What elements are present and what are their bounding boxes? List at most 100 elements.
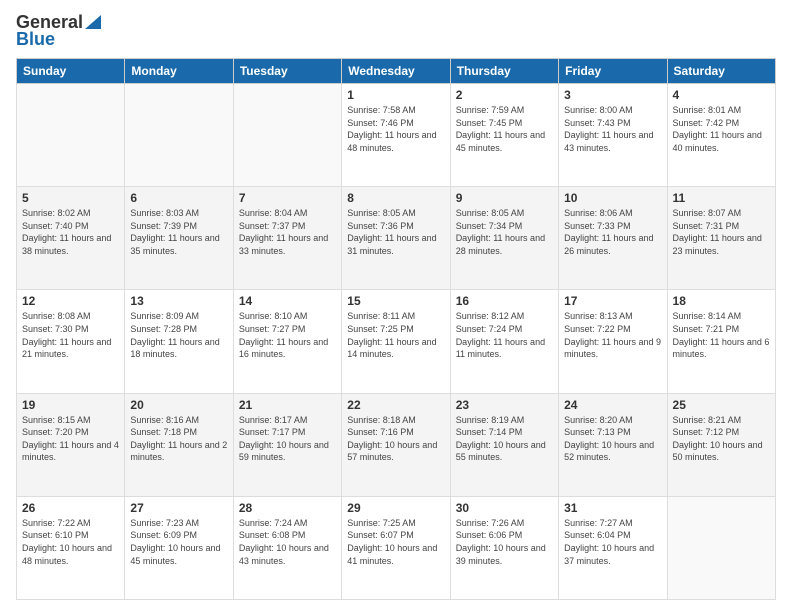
calendar-cell: 1Sunrise: 7:58 AMSunset: 7:46 PMDaylight… — [342, 84, 450, 187]
day-info: Sunrise: 8:18 AMSunset: 7:16 PMDaylight:… — [347, 414, 444, 464]
calendar-cell: 17 Sunrise: 8:13 AMSunset: 7:22 PMDayligh… — [559, 290, 667, 393]
calendar-cell: 20 Sunrise: 8:16 AMSunset: 7:18 PMDayligh… — [125, 393, 233, 496]
day-info: Sunrise: 8:04 AMSunset: 7:37 PMDaylight:… — [239, 207, 336, 257]
day-number: 16 — [456, 294, 553, 308]
calendar-cell: 24Sunrise: 8:20 AMSunset: 7:13 PMDayligh… — [559, 393, 667, 496]
calendar-cell: 21 Sunrise: 8:17 AMSunset: 7:17 PMDayligh… — [233, 393, 341, 496]
weekday-header-row: SundayMondayTuesdayWednesdayThursdayFrid… — [17, 59, 776, 84]
day-number: 6 — [130, 191, 227, 205]
calendar-week-row: 26 Sunrise: 7:22 AMSunset: 6:10 PMDayligh… — [17, 496, 776, 599]
calendar-cell: 2 Sunrise: 7:59 AMSunset: 7:45 PMDaylight… — [450, 84, 558, 187]
weekday-header-thursday: Thursday — [450, 59, 558, 84]
calendar-cell: 8 Sunrise: 8:05 AMSunset: 7:36 PMDaylight… — [342, 187, 450, 290]
weekday-header-monday: Monday — [125, 59, 233, 84]
day-number: 31 — [564, 501, 661, 515]
calendar-cell: 5Sunrise: 8:02 AMSunset: 7:40 PMDaylight… — [17, 187, 125, 290]
calendar-cell: 6 Sunrise: 8:03 AMSunset: 7:39 PMDaylight… — [125, 187, 233, 290]
day-info: Sunrise: 8:01 AMSunset: 7:42 PMDaylight:… — [673, 104, 770, 154]
calendar-cell: 14Sunrise: 8:10 AMSunset: 7:27 PMDayligh… — [233, 290, 341, 393]
calendar-cell: 12Sunrise: 8:08 AMSunset: 7:30 PMDayligh… — [17, 290, 125, 393]
day-number: 23 — [456, 398, 553, 412]
calendar-cell: 7 Sunrise: 8:04 AMSunset: 7:37 PMDaylight… — [233, 187, 341, 290]
day-number: 11 — [673, 191, 770, 205]
day-number: 7 — [239, 191, 336, 205]
calendar-week-row: 12Sunrise: 8:08 AMSunset: 7:30 PMDayligh… — [17, 290, 776, 393]
day-number: 20 — [130, 398, 227, 412]
calendar-cell: 25Sunrise: 8:21 AMSunset: 7:12 PMDayligh… — [667, 393, 775, 496]
day-number: 3 — [564, 88, 661, 102]
page: General Blue SundayMondayTuesdayWednesda… — [0, 0, 792, 612]
day-number: 26 — [22, 501, 119, 515]
day-info: Sunrise: 8:11 AMSunset: 7:25 PMDaylight:… — [347, 310, 444, 360]
day-info: Sunrise: 8:16 AMSunset: 7:18 PMDaylight:… — [130, 414, 227, 464]
calendar-cell: 31 Sunrise: 7:27 AMSunset: 6:04 PMDayligh… — [559, 496, 667, 599]
logo-triangle-icon — [85, 15, 101, 29]
day-info: Sunrise: 8:05 AMSunset: 7:34 PMDaylight:… — [456, 207, 553, 257]
logo-blue-text: Blue — [16, 29, 55, 50]
calendar-cell: 3 Sunrise: 8:00 AMSunset: 7:43 PMDaylight… — [559, 84, 667, 187]
day-info: Sunrise: 8:14 AMSunset: 7:21 PMDaylight:… — [673, 310, 770, 360]
day-info: Sunrise: 7:59 AMSunset: 7:45 PMDaylight:… — [456, 104, 553, 154]
calendar-cell: 16 Sunrise: 8:12 AMSunset: 7:24 PMDayligh… — [450, 290, 558, 393]
calendar-cell: 19 Sunrise: 8:15 AMSunset: 7:20 PMDayligh… — [17, 393, 125, 496]
day-number: 28 — [239, 501, 336, 515]
day-number: 29 — [347, 501, 444, 515]
calendar-cell: 15 Sunrise: 8:11 AMSunset: 7:25 PMDayligh… — [342, 290, 450, 393]
calendar-table: SundayMondayTuesdayWednesdayThursdayFrid… — [16, 58, 776, 600]
day-info: Sunrise: 7:24 AMSunset: 6:08 PMDaylight:… — [239, 517, 336, 567]
day-info: Sunrise: 8:13 AMSunset: 7:22 PMDaylight:… — [564, 310, 661, 360]
calendar-cell: 9Sunrise: 8:05 AMSunset: 7:34 PMDaylight… — [450, 187, 558, 290]
day-number: 4 — [673, 88, 770, 102]
calendar-week-row: 5Sunrise: 8:02 AMSunset: 7:40 PMDaylight… — [17, 187, 776, 290]
day-info: Sunrise: 8:06 AMSunset: 7:33 PMDaylight:… — [564, 207, 661, 257]
calendar-cell — [17, 84, 125, 187]
calendar-cell — [667, 496, 775, 599]
calendar-cell: 30 Sunrise: 7:26 AMSunset: 6:06 PMDayligh… — [450, 496, 558, 599]
day-number: 30 — [456, 501, 553, 515]
calendar-cell: 26 Sunrise: 7:22 AMSunset: 6:10 PMDayligh… — [17, 496, 125, 599]
calendar-cell: 10 Sunrise: 8:06 AMSunset: 7:33 PMDayligh… — [559, 187, 667, 290]
calendar-cell: 11 Sunrise: 8:07 AMSunset: 7:31 PMDayligh… — [667, 187, 775, 290]
day-number: 15 — [347, 294, 444, 308]
day-number: 8 — [347, 191, 444, 205]
day-info: Sunrise: 8:17 AMSunset: 7:17 PMDaylight:… — [239, 414, 336, 464]
day-number: 24 — [564, 398, 661, 412]
weekday-header-friday: Friday — [559, 59, 667, 84]
day-number: 14 — [239, 294, 336, 308]
day-info: Sunrise: 7:22 AMSunset: 6:10 PMDaylight:… — [22, 517, 119, 567]
day-info: Sunrise: 7:26 AMSunset: 6:06 PMDaylight:… — [456, 517, 553, 567]
calendar-cell: 13Sunrise: 8:09 AMSunset: 7:28 PMDayligh… — [125, 290, 233, 393]
day-number: 10 — [564, 191, 661, 205]
calendar-cell: 22Sunrise: 8:18 AMSunset: 7:16 PMDayligh… — [342, 393, 450, 496]
weekday-header-sunday: Sunday — [17, 59, 125, 84]
day-number: 25 — [673, 398, 770, 412]
calendar-cell: 4 Sunrise: 8:01 AMSunset: 7:42 PMDaylight… — [667, 84, 775, 187]
day-info: Sunrise: 8:08 AMSunset: 7:30 PMDaylight:… — [22, 310, 119, 360]
calendar-week-row: 1Sunrise: 7:58 AMSunset: 7:46 PMDaylight… — [17, 84, 776, 187]
calendar-cell: 28 Sunrise: 7:24 AMSunset: 6:08 PMDayligh… — [233, 496, 341, 599]
day-info: Sunrise: 8:19 AMSunset: 7:14 PMDaylight:… — [456, 414, 553, 464]
day-number: 17 — [564, 294, 661, 308]
day-info: Sunrise: 7:25 AMSunset: 6:07 PMDaylight:… — [347, 517, 444, 567]
day-info: Sunrise: 8:00 AMSunset: 7:43 PMDaylight:… — [564, 104, 661, 154]
day-info: Sunrise: 8:05 AMSunset: 7:36 PMDaylight:… — [347, 207, 444, 257]
header: General Blue — [16, 12, 776, 50]
day-number: 1 — [347, 88, 444, 102]
day-info: Sunrise: 8:07 AMSunset: 7:31 PMDaylight:… — [673, 207, 770, 257]
day-info: Sunrise: 7:23 AMSunset: 6:09 PMDaylight:… — [130, 517, 227, 567]
calendar-cell: 23 Sunrise: 8:19 AMSunset: 7:14 PMDayligh… — [450, 393, 558, 496]
day-number: 13 — [130, 294, 227, 308]
day-number: 27 — [130, 501, 227, 515]
weekday-header-saturday: Saturday — [667, 59, 775, 84]
calendar-cell — [125, 84, 233, 187]
day-number: 21 — [239, 398, 336, 412]
calendar-cell: 29 Sunrise: 7:25 AMSunset: 6:07 PMDayligh… — [342, 496, 450, 599]
day-info: Sunrise: 8:03 AMSunset: 7:39 PMDaylight:… — [130, 207, 227, 257]
day-number: 2 — [456, 88, 553, 102]
day-info: Sunrise: 8:02 AMSunset: 7:40 PMDaylight:… — [22, 207, 119, 257]
calendar-cell — [233, 84, 341, 187]
day-info: Sunrise: 8:12 AMSunset: 7:24 PMDaylight:… — [456, 310, 553, 360]
day-info: Sunrise: 7:27 AMSunset: 6:04 PMDaylight:… — [564, 517, 661, 567]
day-number: 19 — [22, 398, 119, 412]
day-info: Sunrise: 8:15 AMSunset: 7:20 PMDaylight:… — [22, 414, 119, 464]
